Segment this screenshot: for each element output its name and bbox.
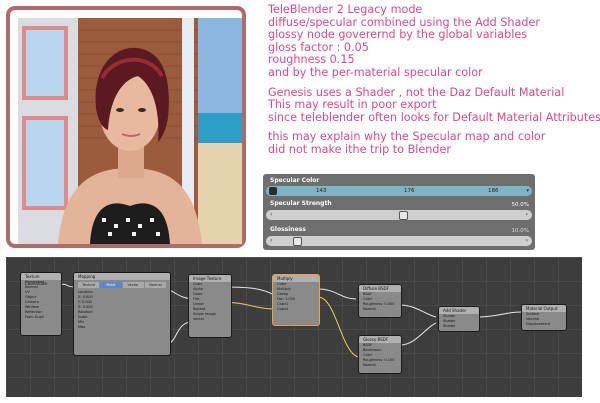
node-input[interactable]: Color2 [273,307,319,312]
specular-g-value[interactable]: 176 [404,186,415,196]
slider-handle[interactable] [293,237,302,246]
node-input[interactable]: Displacement [522,322,566,327]
node-material-output[interactable]: Material Output Surface Volume Displacem… [521,304,567,331]
node-input[interactable]: Vector [189,317,231,322]
node-output[interactable]: From Dupli [21,315,61,320]
specular-r-value[interactable]: 143 [316,186,327,196]
node-image-texture[interactable]: Image Texture Color Alpha Color Flat Lin… [188,274,232,338]
increment-icon[interactable]: › [526,236,528,246]
node-title: Multiply [273,275,319,282]
mapping-tabs: Texture Point Vector Normal [78,282,166,288]
node-checkbox[interactable]: Max [74,325,170,330]
tab-texture[interactable]: Texture [78,282,100,288]
specular-b-value[interactable]: 186 [488,186,499,196]
slider-handle[interactable] [399,211,408,220]
note-line: did not make ithe trip to Blender [268,142,451,156]
specular-strength-slider[interactable]: ‹ › [266,210,532,220]
node-title: Image Texture [189,275,231,282]
chevron-down-icon[interactable]: ▾ [526,187,529,195]
node-title: Texture Coordinate [21,273,61,286]
material-panel: Specular Color 143 176 186 ▾ Specular St… [263,174,535,250]
specular-strength-value: 50.0% [511,202,529,208]
node-input[interactable]: Shader [439,324,479,329]
note-line: TeleBlender 2 Legacy mode [268,3,423,16]
render-image [18,18,242,244]
note-line: and by the per-material specular color [268,65,483,79]
node-input[interactable]: Normal [359,363,401,368]
note-line: This may result in poor export [268,98,437,112]
node-texture-coordinate[interactable]: Texture Coordinate Generated Normal UV O… [20,272,62,336]
node-title: Material Output [522,305,566,312]
node-diffuse-bsdf[interactable]: Diffuse BSDF BSDF Color Roughness: 0.000… [358,284,402,318]
node-input[interactable]: Normal [359,307,401,312]
node-title: Mapping [74,273,170,280]
glossiness-value: 10.0% [511,228,529,234]
tab-vector[interactable]: Vector [122,282,144,288]
specular-color-field[interactable]: 143 176 186 ▾ [266,186,532,196]
glossiness-slider[interactable]: ‹ › [266,236,532,246]
node-add-shader[interactable]: Add Shader Shader Shader Shader [438,306,480,332]
increment-icon[interactable]: › [526,210,528,220]
specular-strength-readout: 50.0% [473,200,529,210]
node-multiply[interactable]: Multiply Color Multiply Clamp Fac: 1.000… [272,274,320,326]
decrement-icon[interactable]: ‹ [270,236,272,246]
node-title: Diffuse BSDF [359,285,401,292]
node-editor[interactable]: Texture Coordinate Generated Normal UV O… [6,257,582,397]
notes: TeleBlender 2 Legacy mode diffuse/specul… [268,3,600,157]
tab-point[interactable]: Point [100,282,122,288]
node-glossy-bsdf[interactable]: Glossy BSDF BSDF Beckmann Color Roughnes… [358,335,402,374]
glossiness-readout: 10.0% [473,226,529,236]
node-mapping[interactable]: Mapping Texture Point Vector Normal Loca… [73,272,171,356]
node-title: Add Shader [439,307,479,314]
color-picker-icon[interactable] [269,187,277,195]
decrement-icon[interactable]: ‹ [270,210,272,220]
specular-color-title: Specular Color [270,177,320,184]
node-title: Glossy BSDF [359,336,401,343]
note-line: glossy node goverernd by the global vari… [268,28,528,42]
render-frame [6,6,246,248]
render-illustration [18,18,242,244]
note-line: since teleblender often looks for Defaul… [268,110,600,124]
tab-normal[interactable]: Normal [144,282,166,288]
